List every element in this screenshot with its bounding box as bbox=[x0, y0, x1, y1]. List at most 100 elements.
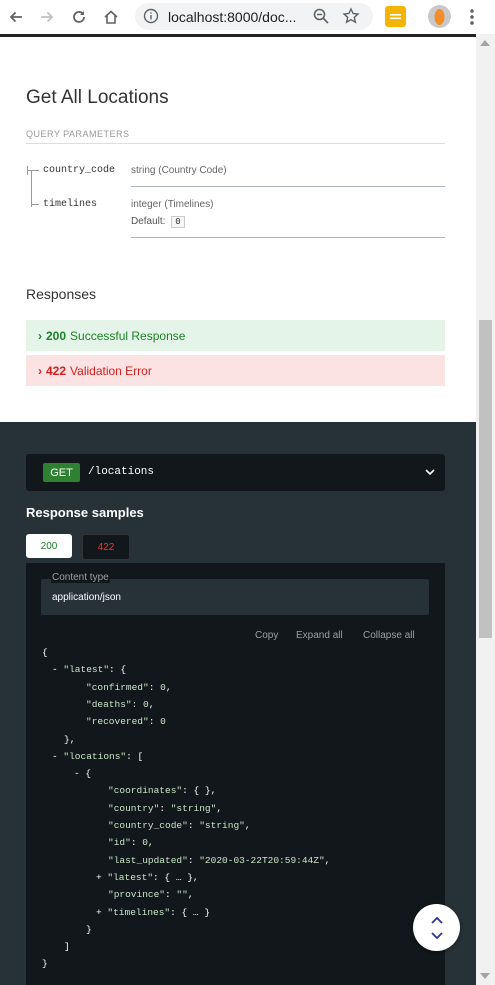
json-value: "string" bbox=[170, 802, 217, 814]
chevron-right-icon: › bbox=[38, 328, 42, 343]
json-punct: } bbox=[86, 923, 92, 935]
json-key: "country_code" bbox=[108, 820, 188, 831]
response-label: Validation Error bbox=[70, 363, 152, 378]
content-type-select[interactable]: Content type application/json bbox=[41, 572, 429, 615]
collapse-toggle[interactable]: - bbox=[52, 751, 63, 762]
collapse-toggle[interactable]: - bbox=[52, 664, 63, 675]
json-value: "2020-03-22T20:59:44Z" bbox=[199, 854, 325, 866]
json-key: "latest" bbox=[107, 871, 154, 883]
json-line: "last_updated": "2020-03-22T20:59:44Z", bbox=[108, 855, 330, 866]
json-line: "deaths": 0, bbox=[86, 699, 154, 710]
http-method-badge: GET bbox=[43, 463, 80, 482]
json-punct: , bbox=[148, 698, 155, 710]
tab-200[interactable]: 200 bbox=[26, 534, 72, 558]
json-key: "recovered" bbox=[86, 716, 149, 728]
chevron-down-icon[interactable] bbox=[423, 465, 437, 479]
json-line: + "timelines": { … } bbox=[96, 907, 210, 918]
json-punct: : bbox=[130, 837, 143, 849]
home-icon[interactable] bbox=[99, 5, 123, 29]
json-punct: : bbox=[187, 854, 200, 866]
menu-icon[interactable] bbox=[464, 6, 480, 28]
extension-icon[interactable] bbox=[385, 6, 406, 27]
response-422-toggle[interactable]: › 422 Validation Error bbox=[26, 355, 445, 386]
param-tree-tick bbox=[27, 166, 28, 175]
json-line: } bbox=[42, 958, 48, 969]
json-key: "last_updated" bbox=[108, 854, 188, 866]
scroll-up-icon[interactable] bbox=[480, 40, 490, 46]
json-punct: : bbox=[187, 820, 200, 831]
query-params-header: QUERY PARAMETERS bbox=[26, 129, 130, 139]
json-key: "confirmed" bbox=[86, 681, 149, 693]
samples-panel: GET /locations Response samples 200 422 … bbox=[0, 422, 476, 985]
tab-422[interactable]: 422 bbox=[82, 534, 130, 560]
json-key: "coordinates" bbox=[108, 785, 183, 797]
responses-title: Responses bbox=[26, 286, 97, 302]
json-line: } bbox=[86, 924, 92, 935]
json-key: "deaths" bbox=[86, 698, 132, 710]
param-divider bbox=[131, 186, 445, 187]
json-value: "string" bbox=[199, 820, 245, 831]
avatar[interactable] bbox=[428, 5, 451, 28]
endpoint-toggle[interactable]: GET /locations bbox=[26, 454, 445, 491]
json-line: - "locations": [ bbox=[52, 751, 143, 762]
scrollbar-thumb[interactable] bbox=[479, 320, 492, 638]
json-key: "province" bbox=[108, 889, 166, 901]
zoom-icon[interactable] bbox=[312, 7, 330, 25]
json-punct: , bbox=[244, 820, 251, 831]
back-icon[interactable] bbox=[4, 5, 28, 29]
json-line: "country": "string", bbox=[108, 803, 222, 814]
json-key: "country" bbox=[108, 802, 160, 814]
json-value: "" bbox=[176, 889, 188, 901]
default-value: 0 bbox=[171, 216, 185, 228]
param-divider bbox=[131, 237, 445, 238]
copy-button[interactable]: Copy bbox=[255, 630, 278, 641]
url-text[interactable]: localhost:8000/doc... bbox=[168, 9, 296, 25]
json-punct: : bbox=[148, 716, 161, 728]
endpoint-docs: Get All Locations QUERY PARAMETERS count… bbox=[0, 37, 476, 422]
samples-title: Response samples bbox=[26, 505, 144, 520]
json-punct: ] bbox=[64, 941, 70, 953]
scroll-down-icon[interactable] bbox=[480, 973, 490, 979]
endpoint-path: /locations bbox=[88, 466, 155, 478]
json-key: "latest" bbox=[63, 664, 110, 676]
json-line: - { bbox=[74, 768, 91, 779]
json-punct: : { }, bbox=[182, 785, 217, 797]
endpoint-title: Get All Locations bbox=[26, 87, 169, 108]
param-type: integer bbox=[131, 199, 162, 210]
json-line: "country_code": "string", bbox=[108, 820, 251, 831]
json-key: "id" bbox=[108, 837, 131, 849]
json-punct: } bbox=[42, 958, 48, 970]
param-name-timelines: timelines bbox=[43, 199, 98, 210]
json-line: "id": 0, bbox=[108, 837, 154, 848]
reload-icon[interactable] bbox=[67, 5, 91, 29]
json-key: "timelines" bbox=[107, 906, 171, 918]
json-punct: : { bbox=[109, 664, 127, 676]
expand-toggle[interactable]: + bbox=[96, 872, 107, 883]
expand-toggle[interactable]: + bbox=[96, 907, 107, 918]
collapse-toggle[interactable]: - bbox=[74, 768, 85, 779]
json-punct: : [ bbox=[126, 750, 144, 762]
json-line: }, bbox=[64, 734, 75, 745]
json-punct: : bbox=[131, 698, 144, 710]
json-line: + "latest": { … }, bbox=[96, 872, 199, 883]
collapse-all-button[interactable]: Collapse all bbox=[363, 630, 415, 641]
address-bar[interactable]: localhost:8000/doc... bbox=[135, 3, 373, 30]
json-line: "province": "", bbox=[108, 889, 194, 900]
chevron-up-down-icon bbox=[430, 916, 443, 939]
response-200-toggle[interactable]: › 200 Successful Response bbox=[26, 320, 445, 351]
default-label: Default: bbox=[131, 216, 166, 227]
json-punct: , bbox=[165, 681, 172, 693]
content-type-value[interactable]: application/json bbox=[52, 592, 121, 603]
json-line: ] bbox=[64, 941, 70, 952]
json-line: "coordinates": { }, bbox=[108, 785, 216, 796]
expand-all-button[interactable]: Expand all bbox=[296, 630, 343, 641]
json-punct: { bbox=[85, 768, 92, 780]
param-type-country-code: string (Country Code) bbox=[131, 165, 227, 176]
star-icon[interactable] bbox=[342, 7, 360, 25]
browser-toolbar: localhost:8000/doc... bbox=[0, 0, 495, 34]
param-tree-tick bbox=[31, 204, 39, 205]
json-punct: : bbox=[148, 681, 161, 693]
forward-icon[interactable] bbox=[35, 5, 59, 29]
scroll-nav-button[interactable] bbox=[413, 904, 460, 951]
info-icon[interactable] bbox=[143, 8, 159, 24]
